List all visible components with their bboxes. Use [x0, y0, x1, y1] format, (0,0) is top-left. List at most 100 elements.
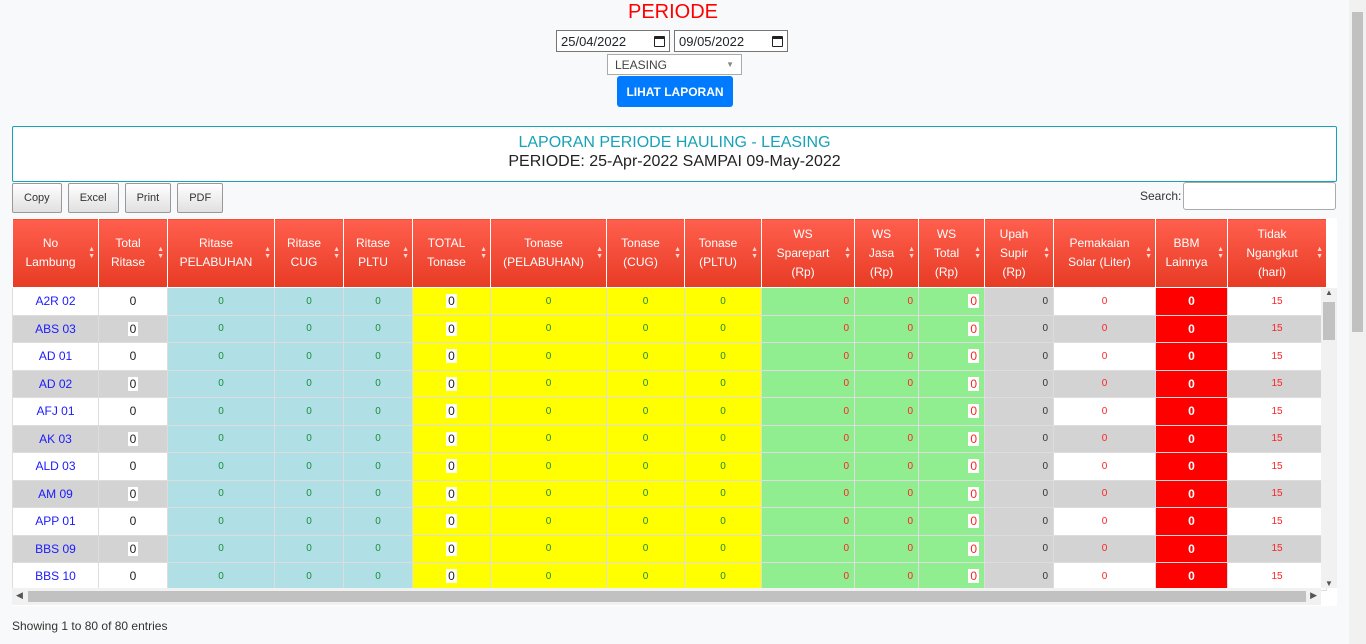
table-row[interactable]: BBS 09 0 0 0 0 0 0 0 0 0 0 0 0 0 0 15 — [12, 534, 1327, 563]
cell-value: 0 — [127, 541, 139, 556]
date-from-input[interactable]: 25/04/2022 — [556, 30, 670, 52]
column-header[interactable]: TOTAL Tonase ▲ ▼ — [412, 218, 491, 288]
page-scroll-thumb[interactable] — [1352, 12, 1363, 332]
search-input[interactable] — [1183, 182, 1337, 210]
column-header[interactable]: WS Sparepart (Rp) ▲ ▼ — [761, 218, 855, 288]
column-header[interactable]: No Lambung ▲ ▼ — [12, 218, 99, 288]
column-header-label: (hari) — [1257, 264, 1286, 279]
pdf-button[interactable]: PDF — [177, 183, 224, 213]
sort-icon[interactable]: ▲ ▼ — [1145, 246, 1152, 260]
cell-value: 0 — [127, 569, 139, 584]
table-row[interactable]: AD 02 0 0 0 0 0 0 0 0 0 0 0 0 0 0 15 — [12, 369, 1327, 398]
table-horizontal-scroll-thumb[interactable] — [28, 591, 1306, 602]
column-header-label: Lambung — [25, 255, 76, 269]
scroll-left-icon[interactable]: ◀ — [16, 590, 23, 601]
table-cell: 0 — [606, 452, 685, 481]
table-cell: 0 — [606, 562, 685, 591]
table-row[interactable]: AFJ 01 0 0 0 0 0 0 0 0 0 0 0 0 0 0 15 — [12, 397, 1327, 426]
column-header[interactable]: Total Ritase ▲ ▼ — [98, 218, 168, 288]
sort-icon[interactable]: ▲ ▼ — [1043, 246, 1050, 260]
sort-icon[interactable]: ▲ ▼ — [333, 246, 340, 260]
excel-button[interactable]: Excel — [67, 183, 119, 213]
calendar-icon[interactable] — [654, 35, 665, 47]
table-cell: 0 — [1155, 369, 1228, 398]
column-header[interactable]: BBM Lainnya ▲ ▼ — [1155, 218, 1228, 288]
column-header[interactable]: Ritase PLTU ▲ ▼ — [343, 218, 413, 288]
column-header[interactable]: Ritase PELABUHAN ▲ ▼ — [167, 218, 275, 288]
table-cell: 15 — [1227, 534, 1327, 563]
table-row[interactable]: ABS 03 0 0 0 0 0 0 0 0 0 0 0 0 0 0 15 — [12, 314, 1327, 343]
table-cell: 0 — [412, 452, 491, 481]
column-header[interactable]: Tonase (PLTU) ▲ ▼ — [684, 218, 762, 288]
table-vertical-scroll-thumb[interactable] — [1323, 302, 1335, 340]
column-header[interactable]: Tidak Ngangkut (hari) ▲ ▼ — [1227, 218, 1327, 288]
cell-value: 0 — [127, 514, 139, 529]
sort-icon[interactable]: ▲ ▼ — [264, 246, 271, 260]
table-cell: 0 — [274, 424, 344, 453]
category-select[interactable]: LEASING ▼ — [607, 54, 742, 75]
table-vertical-scrollbar[interactable]: ▲ ▼ — [1321, 288, 1337, 588]
table-cell: 0 — [684, 562, 762, 591]
table-cell: 0 — [918, 397, 985, 426]
table-row[interactable]: AM 09 0 0 0 0 0 0 0 0 0 0 0 0 0 0 15 — [12, 479, 1327, 508]
sort-icon[interactable]: ▲ ▼ — [751, 246, 758, 260]
export-toolbar: Copy Excel Print PDF — [12, 183, 224, 213]
sort-icon[interactable]: ▲ ▼ — [844, 246, 851, 260]
column-header[interactable]: Tonase (CUG) ▲ ▼ — [606, 218, 685, 288]
column-header-label: PELABUHAN — [179, 255, 253, 269]
table-cell: 0 — [761, 424, 855, 453]
sort-icon[interactable]: ▲ ▼ — [88, 246, 95, 260]
table-row[interactable]: AK 03 0 0 0 0 0 0 0 0 0 0 0 0 0 0 15 — [12, 424, 1327, 453]
cell-value: 0 — [446, 514, 457, 529]
sort-icon[interactable]: ▲ ▼ — [674, 246, 681, 260]
table-cell: 0 — [412, 507, 491, 536]
table-row[interactable]: A2R 02 0 0 0 0 0 0 0 0 0 0 0 0 0 0 15 — [12, 287, 1327, 316]
sort-icon[interactable]: ▲ ▼ — [908, 246, 915, 260]
print-button[interactable]: Print — [124, 183, 172, 213]
column-header-label: Tonase — [524, 236, 563, 250]
table-horizontal-scrollbar[interactable]: ◀ ▶ — [12, 588, 1321, 605]
sort-icon[interactable]: ▲ ▼ — [157, 246, 164, 260]
table-row[interactable]: APP 01 0 0 0 0 0 0 0 0 0 0 0 0 0 0 15 — [12, 507, 1327, 536]
date-to-input[interactable]: 09/05/2022 — [674, 30, 788, 52]
column-header[interactable]: Pemakaian Solar (Liter) ▲ ▼ — [1053, 218, 1156, 288]
table-cell: 0 — [854, 397, 919, 426]
column-header[interactable]: WS Jasa (Rp) ▲ ▼ — [854, 218, 919, 288]
table-cell: 0 — [274, 562, 344, 591]
table-cell: 0 — [98, 534, 168, 563]
table-cell: 0 — [167, 507, 275, 536]
table-cell: 0 — [167, 534, 275, 563]
scroll-up-icon[interactable]: ▲ — [1321, 288, 1337, 297]
scroll-down-icon[interactable]: ▼ — [1321, 579, 1337, 588]
table-cell: 0 — [412, 314, 491, 343]
copy-button[interactable]: Copy — [12, 183, 62, 213]
column-header-label: No — [42, 236, 59, 250]
table-row[interactable]: AD 01 0 0 0 0 0 0 0 0 0 0 0 0 0 0 15 — [12, 342, 1327, 371]
column-header[interactable]: Upah Supir (Rp) ▲ ▼ — [984, 218, 1054, 288]
scroll-right-icon[interactable]: ▶ — [1310, 590, 1317, 601]
report-title: LAPORAN PERIODE HAULING - LEASING — [518, 134, 831, 151]
table-cell: 0 — [854, 342, 919, 371]
sort-icon[interactable]: ▲ ▼ — [480, 246, 487, 260]
table-row[interactable]: ALD 03 0 0 0 0 0 0 0 0 0 0 0 0 0 0 15 — [12, 452, 1327, 481]
column-header[interactable]: Ritase CUG ▲ ▼ — [274, 218, 344, 288]
column-header-label: Ritase — [355, 236, 390, 250]
report-table-container: No Lambung ▲ ▼ Total Ritase ▲ ▼ Ritase PELABUHAN ▲… — [12, 218, 1337, 606]
sort-icon[interactable]: ▲ ▼ — [596, 246, 603, 260]
cell-value: 0 — [446, 294, 457, 309]
sort-icon[interactable]: ▲ ▼ — [402, 246, 409, 260]
sort-icon[interactable]: ▲ ▼ — [974, 246, 981, 260]
table-cell: 15 — [1227, 314, 1327, 343]
page-scrollbar[interactable] — [1349, 0, 1366, 644]
table-cell: 0 — [274, 507, 344, 536]
column-header[interactable]: WS Total (Rp) ▲ ▼ — [918, 218, 985, 288]
sort-icon[interactable]: ▲ ▼ — [1316, 246, 1323, 260]
table-row[interactable]: BBS 10 0 0 0 0 0 0 0 0 0 0 0 0 0 0 15 — [12, 562, 1327, 591]
lihat-laporan-button[interactable]: LIHAT LAPORAN — [617, 76, 733, 107]
table-cell: 0 — [854, 562, 919, 591]
calendar-icon[interactable] — [772, 35, 783, 47]
column-header[interactable]: Tonase (PELABUHAN) ▲ ▼ — [490, 218, 607, 288]
sort-icon[interactable]: ▲ ▼ — [1217, 246, 1224, 260]
cell-value: 0 — [446, 321, 457, 336]
table-cell: 0 — [412, 397, 491, 426]
